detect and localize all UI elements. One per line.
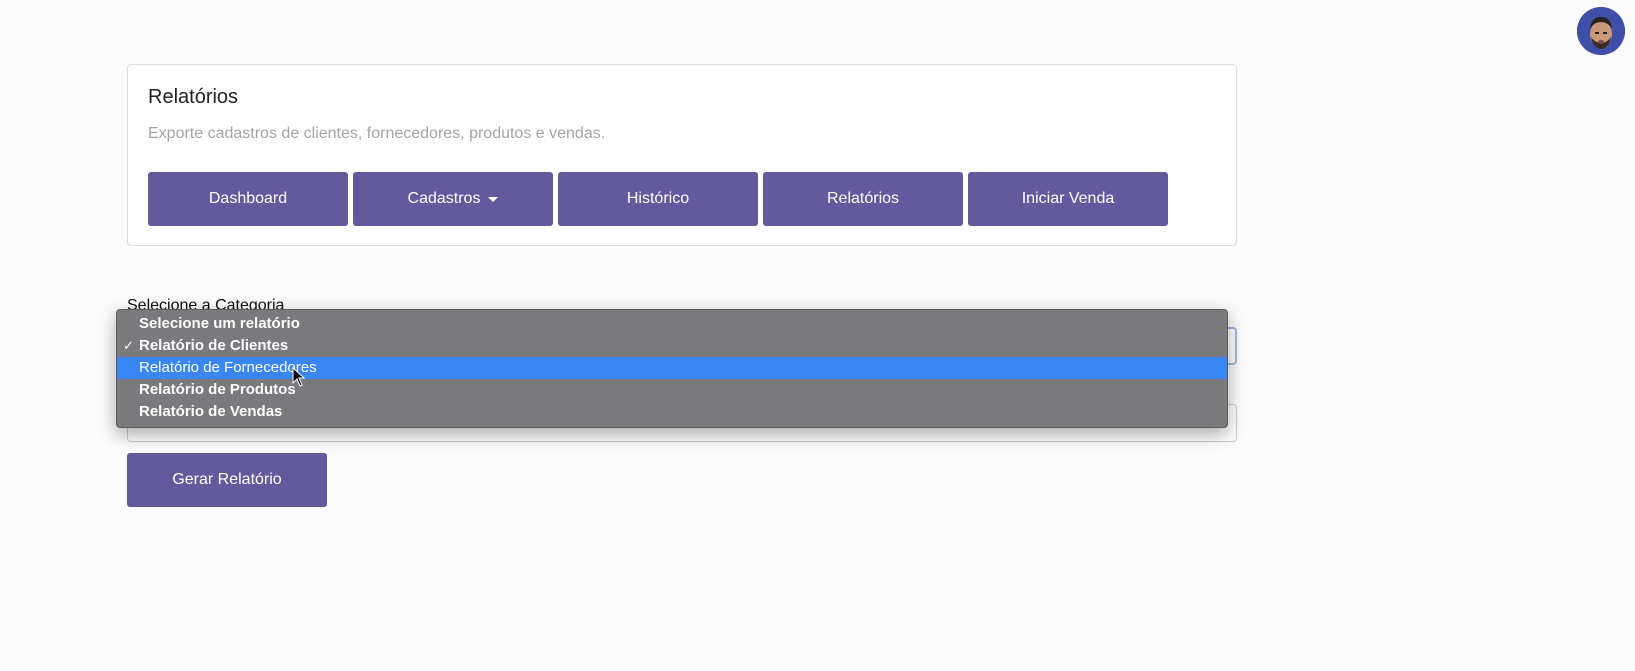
relatorios-button-label: Relatórios [826, 190, 900, 207]
option-label: Relatório de Produtos [139, 381, 296, 398]
nav-button-group: Dashboard Cadastros Histórico Relatórios… [148, 172, 1168, 226]
reports-card: Relatórios Exporte cadastros de clientes… [127, 64, 1237, 246]
dropdown-option[interactable]: Selecione um relatório [117, 313, 1227, 335]
dashboard-button[interactable]: Dashboard [148, 172, 348, 226]
generate-report-button[interactable]: Gerar Relatório [127, 453, 327, 507]
iniciar-venda-button-label: Iniciar Venda [1021, 190, 1115, 207]
option-label: Relatório de Clientes [139, 337, 289, 354]
dropdown-option-selected[interactable]: ✓ Relatório de Clientes [117, 335, 1227, 357]
caret-down-icon [488, 197, 499, 202]
option-label: Selecione um relatório [139, 315, 300, 332]
historico-button[interactable]: Histórico [558, 172, 758, 226]
avatar[interactable] [1577, 7, 1625, 55]
iniciar-venda-button[interactable]: Iniciar Venda [968, 172, 1168, 226]
relatorios-button[interactable]: Relatórios [763, 172, 963, 226]
cadastros-dropdown-button[interactable]: Cadastros [353, 172, 553, 226]
cadastros-button-label: Cadastros [407, 190, 481, 207]
option-label: Relatório de Fornecedores [139, 359, 317, 376]
page-title: Relatórios [148, 86, 239, 108]
page-subtitle: Exporte cadastros de clientes, fornecedo… [148, 125, 606, 142]
option-label: Relatório de Vendas [139, 403, 283, 420]
historico-button-label: Histórico [626, 190, 690, 207]
dashboard-button-label: Dashboard [208, 190, 288, 207]
report-dropdown-menu: Selecione um relatório ✓ Relatório de Cl… [116, 309, 1228, 428]
dropdown-option[interactable]: Relatório de Produtos [117, 379, 1227, 401]
dropdown-option-highlighted[interactable]: Relatório de Fornecedores [117, 357, 1227, 379]
dropdown-option[interactable]: Relatório de Vendas [117, 401, 1227, 423]
checkmark-icon: ✓ [123, 338, 134, 353]
